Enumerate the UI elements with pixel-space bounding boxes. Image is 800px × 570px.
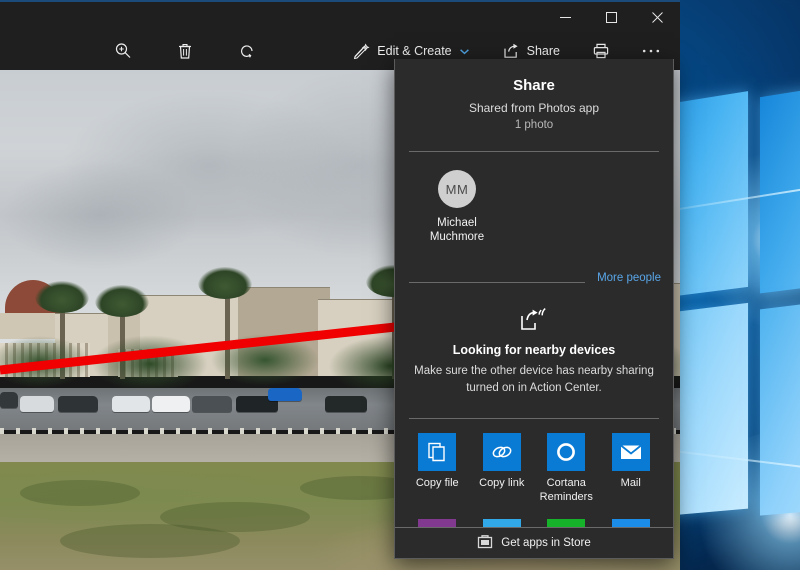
twitter-icon <box>482 518 521 527</box>
car <box>0 392 18 408</box>
grass-patch <box>20 480 140 506</box>
car <box>192 396 232 412</box>
edit-create-label: Edit & Create <box>377 44 452 58</box>
more-ellipsis-icon <box>642 48 660 54</box>
nearby-title: Looking for nearby devices <box>452 343 616 357</box>
maximize-icon <box>605 11 617 23</box>
car <box>268 388 302 401</box>
screen: Edit & Create Share Share Shared from Ph… <box>0 0 800 570</box>
rotate-button[interactable] <box>232 37 262 65</box>
copy-link-icon <box>482 433 521 472</box>
palm-crown <box>95 285 149 317</box>
app-tile-cortana-reminders[interactable]: Cortana Reminders <box>534 433 599 505</box>
share-panel-photo-count: 1 photo <box>514 119 554 131</box>
share-panel-subtitle: Shared from Photos app <box>468 101 600 115</box>
close-icon <box>651 11 663 23</box>
cortana-icon <box>547 433 586 472</box>
divider <box>409 282 585 283</box>
app-tile-line[interactable]: LINE <box>534 518 599 527</box>
edit-create-icon <box>353 42 370 60</box>
cloud <box>0 160 200 270</box>
minimize-button[interactable] <box>542 2 588 32</box>
more-people-link[interactable]: More people <box>597 272 661 284</box>
get-apps-label: Get apps in Store <box>501 537 591 549</box>
print-icon <box>592 42 610 60</box>
zoom-in-icon <box>114 42 132 60</box>
car <box>325 396 367 412</box>
app-tile-grid: Copy file Copy link Cortana Reminders Ma… <box>405 433 663 527</box>
contact-item[interactable]: MM Michael Muchmore <box>413 170 501 245</box>
car <box>112 396 150 412</box>
avatar: MM <box>438 170 476 208</box>
minimize-icon <box>559 16 571 18</box>
palm-crown <box>35 281 89 313</box>
app-tile-label: Copy link <box>479 477 525 490</box>
app-tile-label: Mail <box>620 477 641 490</box>
logo-pane <box>759 79 800 294</box>
share-contacts-section: MM Michael Muchmore <box>395 152 673 272</box>
share-label: Share <box>526 44 560 58</box>
copy-file-icon <box>418 433 457 472</box>
delete-icon <box>176 42 194 60</box>
contact-name-line2: Muchmore <box>429 231 485 244</box>
nearby-description: Make sure the other device has nearby sh… <box>414 365 654 394</box>
app-tile-onenote[interactable] <box>405 518 470 527</box>
toolbar-left-group <box>108 37 262 65</box>
share-panel-header: Share Shared from Photos app 1 photo <box>395 59 673 143</box>
share-panel-title: Share <box>513 77 555 94</box>
car <box>58 396 98 412</box>
more-people-row: More people <box>395 272 673 294</box>
delete-button[interactable] <box>170 37 200 65</box>
line-icon: LINE <box>547 518 586 527</box>
car <box>152 396 190 412</box>
app-tile-copy-link[interactable]: Copy link <box>470 433 535 505</box>
chevron-down-icon <box>459 46 470 57</box>
nearby-devices-section: Looking for nearby devices Make sure the… <box>395 294 673 410</box>
onenote-icon <box>418 518 457 527</box>
app-tile-mail[interactable]: Mail <box>599 433 664 505</box>
car <box>20 396 54 412</box>
close-button[interactable] <box>634 2 680 32</box>
zoom-button[interactable] <box>108 37 138 65</box>
app-tile-label: Copy file <box>415 477 459 490</box>
palm-crown <box>198 267 252 299</box>
share-apps-section: Copy file Copy link Cortana Reminders Ma… <box>395 419 673 527</box>
app-tile-copy-file[interactable]: Copy file <box>405 433 470 505</box>
logo-pane <box>759 296 800 516</box>
mail-icon <box>611 433 650 472</box>
title-bar <box>0 2 680 32</box>
grass-patch <box>60 524 240 558</box>
rotate-icon <box>238 42 256 60</box>
app-tile-skype[interactable] <box>599 518 664 527</box>
app-tile-twitter[interactable] <box>470 518 535 527</box>
store-bag-icon <box>477 533 493 554</box>
more-options-button[interactable] <box>636 43 666 59</box>
maximize-button[interactable] <box>588 2 634 32</box>
app-tile-label: Cortana Reminders <box>539 477 593 504</box>
contact-name-line1: Michael <box>437 217 477 229</box>
skype-icon <box>611 518 650 527</box>
nearby-share-icon <box>411 306 657 337</box>
share-flyout-panel: Share Shared from Photos app 1 photo MM … <box>394 59 674 559</box>
get-apps-in-store-button[interactable]: Get apps in Store <box>395 527 673 558</box>
share-icon <box>502 42 520 60</box>
